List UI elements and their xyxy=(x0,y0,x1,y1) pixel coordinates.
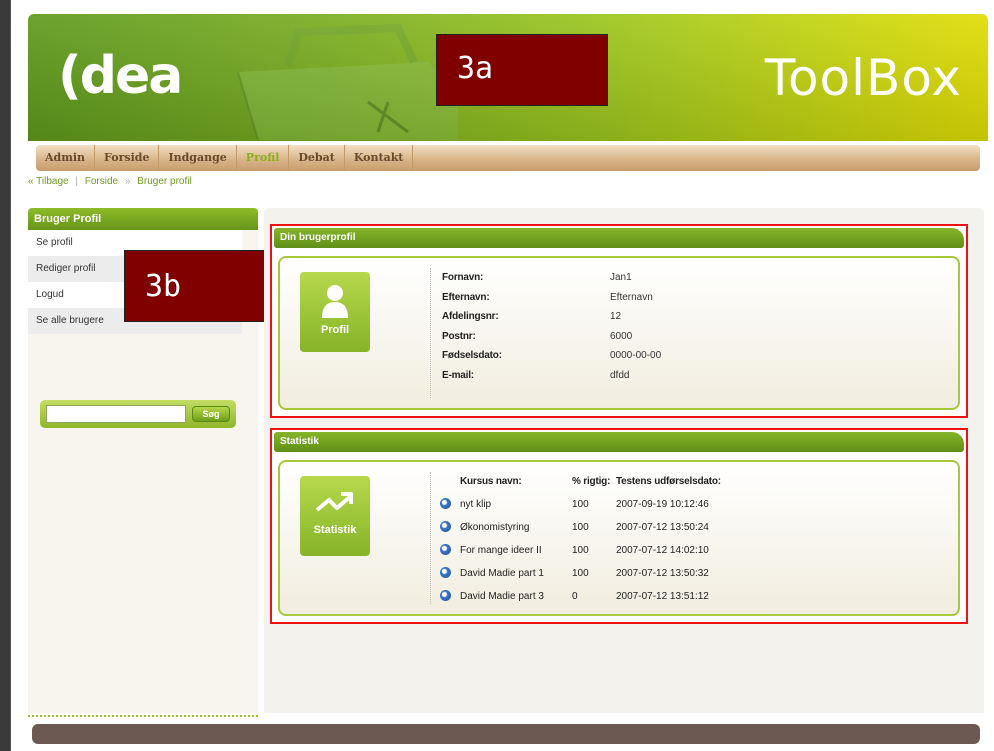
course-name[interactable]: Økonomistyring xyxy=(460,516,572,539)
table-row[interactable]: David Madie part 1 100 2007-07-12 13:50:… xyxy=(440,562,786,585)
profile-row: Fødselsdato: 0000-00-00 xyxy=(442,346,661,366)
field-value: Efternavn xyxy=(610,291,653,303)
table-row[interactable]: For mange ideer II 100 2007-07-12 14:02:… xyxy=(440,539,786,562)
profile-row: Postnr: 6000 xyxy=(442,327,661,347)
column-header-percent: % rigtig: xyxy=(572,476,611,487)
table-row[interactable]: David Madie part 3 0 2007-07-12 13:51:12 xyxy=(440,585,786,608)
course-name[interactable]: David Madie part 3 xyxy=(460,585,572,608)
search-button[interactable]: Søg xyxy=(192,406,230,422)
statistics-table: Kursus navn: % rigtig: Testens udførsels… xyxy=(440,470,786,608)
field-value: Jan1 xyxy=(610,272,632,283)
site-header: (dea ToolBox 3a xyxy=(28,14,988,141)
user-icon xyxy=(322,285,348,318)
statistics-panel-title: Statistik xyxy=(274,432,964,452)
nav-debat[interactable]: Debat xyxy=(289,145,345,171)
course-date: 2007-09-19 10:12:46 xyxy=(616,499,709,510)
field-value: 12 xyxy=(610,311,622,322)
field-value: 0000-00-00 xyxy=(610,350,662,361)
breadcrumb: « Tilbage | Forside » Bruger profil xyxy=(28,176,192,187)
sidebar-search: Søg xyxy=(40,400,236,428)
field-label: Postnr: xyxy=(442,330,476,342)
breadcrumb-home[interactable]: Forside xyxy=(85,176,118,187)
course-percent: 100 xyxy=(572,545,589,556)
sidebar-title: Bruger Profil xyxy=(28,208,258,230)
column-header-date: Testens udførselsdato: xyxy=(616,476,721,487)
profile-panel-body: Profil Fornavn: Jan1 Efternavn: Efternavn … xyxy=(278,256,960,410)
nav-admin[interactable]: Admin xyxy=(36,145,96,171)
course-percent: 100 xyxy=(572,522,589,533)
table-header: Kursus navn: % rigtig: Testens udførsels… xyxy=(440,470,786,493)
profile-tile[interactable]: Profil xyxy=(300,272,370,352)
footer-bar xyxy=(32,724,980,744)
sidebar-footer-divider xyxy=(28,715,258,717)
search-input[interactable] xyxy=(46,405,186,423)
statistics-divider xyxy=(430,472,431,604)
info-bullet-icon xyxy=(440,566,451,578)
brand-title: ToolBox xyxy=(764,49,962,107)
course-percent: 0 xyxy=(572,591,578,602)
profile-panel-title: Din brugerprofil xyxy=(274,228,964,248)
course-name[interactable]: For mange ideer II xyxy=(460,539,572,562)
breadcrumb-sep: » xyxy=(124,176,131,187)
statistics-tile-label: Statistik xyxy=(313,524,357,536)
profile-panel: Din brugerprofil Profil Fornavn: Jan1 Eft… xyxy=(270,224,968,418)
breadcrumb-current[interactable]: Bruger profil xyxy=(137,176,191,187)
info-bullet-icon xyxy=(440,543,451,555)
info-bullet-icon xyxy=(440,497,451,509)
profile-divider xyxy=(430,268,431,398)
course-date: 2007-07-12 13:50:24 xyxy=(616,522,709,533)
breadcrumb-back[interactable]: « Tilbage xyxy=(28,176,69,187)
field-label: Fornavn: xyxy=(442,272,484,283)
course-date: 2007-07-12 13:50:32 xyxy=(616,568,709,579)
trend-arrow-icon xyxy=(315,492,353,512)
field-label: Efternavn: xyxy=(442,291,490,303)
course-date: 2007-07-12 13:51:12 xyxy=(616,591,709,602)
course-percent: 100 xyxy=(572,499,589,510)
course-name[interactable]: David Madie part 1 xyxy=(460,562,572,585)
annotation-3a: 3a xyxy=(436,34,608,106)
page: (dea ToolBox 3a Admin Forside Indgange P… xyxy=(28,14,988,749)
table-row[interactable]: nyt klip 100 2007-09-19 10:12:46 xyxy=(440,493,786,516)
nav-forside[interactable]: Forside xyxy=(95,145,160,171)
main-nav: Admin Forside Indgange Profil Debat Kont… xyxy=(36,145,980,171)
course-date: 2007-07-12 14:02:10 xyxy=(616,545,709,556)
info-bullet-icon xyxy=(440,589,451,601)
nav-kontakt[interactable]: Kontakt xyxy=(345,145,414,171)
profile-row: E-mail: dfdd xyxy=(442,366,661,386)
statistics-tile[interactable]: Statistik xyxy=(300,476,370,556)
nav-indgange[interactable]: Indgange xyxy=(159,145,237,171)
profile-row: Efternavn: Efternavn xyxy=(442,288,661,308)
breadcrumb-sep: | xyxy=(75,176,78,187)
field-label: E-mail: xyxy=(442,369,474,381)
field-value: 6000 xyxy=(610,330,633,342)
field-value: dfdd xyxy=(610,369,630,381)
profile-fields: Fornavn: Jan1 Efternavn: Efternavn Afdelin… xyxy=(442,268,661,385)
statistics-panel: Statistik Statistik Kursus navn: % rigti… xyxy=(270,428,968,624)
column-header-course: Kursus navn: xyxy=(460,476,522,487)
statistics-panel-body: Statistik Kursus navn: % rigtig: Testens… xyxy=(278,460,960,616)
info-bullet-icon xyxy=(440,520,451,532)
logo[interactable]: (dea xyxy=(58,46,183,106)
field-label: Fødselsdato: xyxy=(442,350,502,361)
profile-row: Fornavn: Jan1 xyxy=(442,268,661,288)
profile-row: Afdelingsnr: 12 xyxy=(442,307,661,327)
nav-profil[interactable]: Profil xyxy=(237,145,290,171)
field-label: Afdelingsnr: xyxy=(442,311,499,322)
course-percent: 100 xyxy=(572,568,589,579)
main-content: Din brugerprofil Profil Fornavn: Jan1 Eft… xyxy=(264,208,984,713)
table-row[interactable]: Økonomistyring 100 2007-07-12 13:50:24 xyxy=(440,516,786,539)
profile-tile-label: Profil xyxy=(320,324,350,336)
course-name[interactable]: nyt klip xyxy=(460,493,572,516)
